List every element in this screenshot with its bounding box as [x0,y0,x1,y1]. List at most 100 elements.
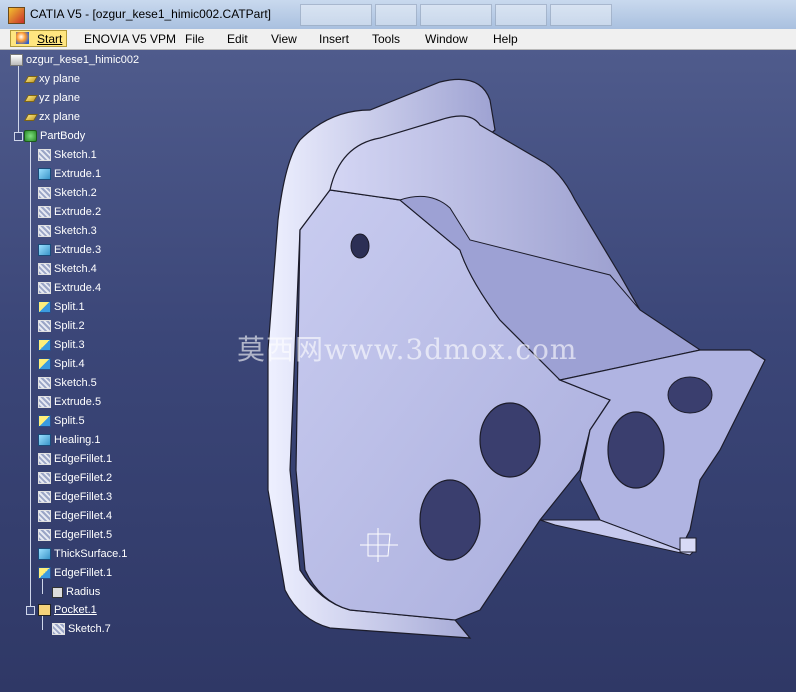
tree-item-feature[interactable]: Sketch.1 [38,147,97,163]
tree-item-feature[interactable]: Pocket.1 [38,602,97,618]
tree-item-feature[interactable]: EdgeFillet.1 [38,565,112,581]
tree-item-feature[interactable]: Sketch.3 [38,223,97,239]
tree-item-label: Extrude.2 [54,206,102,218]
tree-item-label: Sketch.7 [68,623,111,635]
tree-item-label: PartBody [40,130,86,142]
catia-app-icon [8,7,25,24]
fillet-icon [38,453,51,465]
tree-item-zx-plane[interactable]: zx plane [23,109,80,125]
part-hole-lower [419,479,481,561]
tree-item-label: EdgeFillet.5 [54,529,113,541]
tree-item-label: ThickSurface.1 [54,548,128,560]
tree-item-label: Split.3 [54,339,85,351]
tree-item-label: yz plane [39,92,80,104]
extrude-icon [38,396,51,408]
part-hole-back [667,376,713,414]
tree-connector [30,142,31,610]
menu-view[interactable]: View [267,31,301,47]
start-icon [16,32,29,44]
tree-item-feature[interactable]: Extrude.2 [38,204,101,220]
tree-item-feature[interactable]: ThickSurface.1 [38,546,127,562]
menu-insert-label: Insert [319,32,350,46]
tree-item-label: Sketch.3 [54,225,97,237]
tree-item-feature[interactable]: Split.1 [38,299,85,315]
tree-item-parameter[interactable]: Radius [52,584,100,600]
watermark: 莫西网www.3dmox.com [237,333,578,366]
tree-collapse-toggle[interactable] [26,606,35,615]
tree-item-label: Sketch.1 [54,149,97,161]
tree-item-label: Extrude.3 [54,244,102,256]
tree-item-feature[interactable]: EdgeFillet.1 [38,451,112,467]
tree-item-label: EdgeFillet.2 [54,472,113,484]
tree-item-feature[interactable]: Split.2 [38,318,85,334]
extrude-icon [38,168,51,180]
tree-item-partbody[interactable]: PartBody [24,128,85,144]
tree-item-feature[interactable]: EdgeFillet.5 [38,527,112,543]
fillet-icon [38,567,51,579]
tree-item-label: Extrude.4 [54,282,102,294]
menu-start-label: Start [37,32,63,46]
tree-item-xy-plane[interactable]: xy plane [23,71,80,87]
tree-item-label: EdgeFillet.4 [54,510,113,522]
tree-item-label: Split.5 [54,415,85,427]
menu-bar: Start ENOVIA V5 VPM File Edit View Inser… [0,29,796,50]
menu-start[interactable]: Start [10,30,68,47]
menu-help[interactable]: Help [489,31,522,47]
tree-item-feature[interactable]: Extrude.1 [38,166,101,182]
menu-help-label: Help [493,32,518,46]
tree-item-feature[interactable]: Extrude.3 [38,242,101,258]
menu-enovia-label: ENOVIA V5 VPM [84,32,177,46]
menu-file-label: File [185,32,205,46]
plane-icon [23,113,39,121]
part-small-hole [350,233,370,259]
tree-item-feature[interactable]: Sketch.7 [52,621,111,637]
menu-enovia[interactable]: ENOVIA V5 VPM [80,31,180,47]
tree-item-feature[interactable]: EdgeFillet.4 [38,508,112,524]
parameter-icon [52,586,63,598]
fillet-icon [38,491,51,503]
menu-edit[interactable]: Edit [223,31,252,47]
extrude-icon [38,244,51,256]
tree-item-feature[interactable]: EdgeFillet.2 [38,470,112,486]
3d-viewport[interactable]: ozgur_kese1_himic002 xy plane yz plane z… [0,50,796,692]
part-tab [679,537,697,553]
tree-item-label: xy plane [39,73,80,85]
tree-connector [18,66,19,134]
menu-file[interactable]: File [181,31,208,47]
tree-item-feature[interactable]: Healing.1 [38,432,100,448]
tree-item-feature[interactable]: Split.4 [38,356,85,372]
fillet-icon [38,510,51,522]
tree-collapse-toggle[interactable] [14,132,23,141]
tree-item-feature[interactable]: Split.3 [38,337,85,353]
background-tab [495,4,547,26]
tree-item-label: Healing.1 [54,434,101,446]
split-icon [38,358,51,370]
menu-window[interactable]: Window [421,31,472,47]
tree-item-label: Sketch.4 [54,263,97,275]
tree-item-label: Sketch.2 [54,187,97,199]
tree-item-label: Extrude.1 [54,168,102,180]
sketch-icon [38,149,51,161]
tree-item-feature[interactable]: Sketch.5 [38,375,97,391]
tree-item-feature[interactable]: Extrude.5 [38,394,101,410]
tree-item-label: Sketch.5 [54,377,97,389]
menu-insert[interactable]: Insert [315,31,353,47]
menu-tools-label: Tools [372,32,401,46]
tree-item-feature[interactable]: EdgeFillet.3 [38,489,112,505]
menu-edit-label: Edit [227,32,248,46]
sketch-icon [38,377,51,389]
fillet-icon [38,472,51,484]
tree-root[interactable]: ozgur_kese1_himic002 [10,52,139,68]
split-icon [38,301,51,313]
menu-tools[interactable]: Tools [368,31,404,47]
tree-item-feature[interactable]: Sketch.2 [38,185,97,201]
sketch-icon [38,187,51,199]
tree-item-label: Radius [66,586,101,598]
tree-item-feature[interactable]: Split.5 [38,413,85,429]
tree-item-feature[interactable]: Sketch.4 [38,261,97,277]
tree-item-feature[interactable]: Extrude.4 [38,280,101,296]
sketch-icon [38,263,51,275]
tree-item-yz-plane[interactable]: yz plane [23,90,80,106]
tree-item-label: zx plane [39,111,80,123]
tree-item-label: Split.2 [54,320,85,332]
